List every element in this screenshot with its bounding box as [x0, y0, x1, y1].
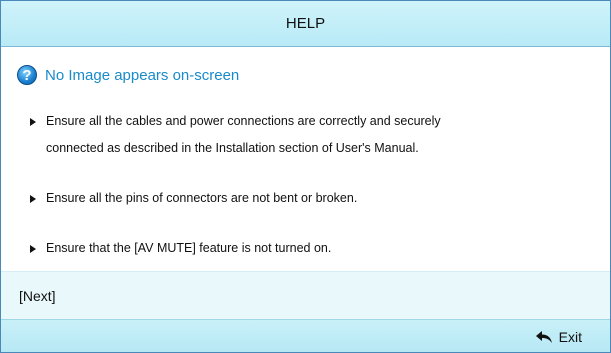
help-bullet-2: Ensure all the pins of connectors are no…: [30, 191, 590, 212]
help-footer: Exit: [1, 319, 610, 352]
exit-label: Exit: [558, 329, 582, 345]
bullet-text-line: Ensure all the pins of connectors are no…: [46, 191, 358, 205]
help-bullet-1: Ensure all the cables and power connecti…: [30, 114, 590, 162]
bullet-arrow-icon: [30, 118, 36, 126]
next-button[interactable]: [Next]: [1, 271, 610, 319]
return-arrow-icon: [535, 331, 552, 343]
help-dialog: HELP ? No Image appears on-screen Ensure…: [0, 0, 611, 353]
question-icon: ?: [17, 65, 37, 85]
question-text: No Image appears on-screen: [45, 66, 240, 84]
dialog-title: HELP: [285, 15, 326, 32]
help-title-bar: HELP: [1, 1, 610, 47]
bullet-text-line: Ensure that the [AV MUTE] feature is not…: [46, 241, 332, 255]
bullet-arrow-icon: [30, 195, 36, 203]
bullet-text-line: connected as described in the Installati…: [46, 141, 419, 155]
bullet-text-line: Ensure all the cables and power connecti…: [46, 114, 441, 128]
exit-button[interactable]: Exit: [535, 320, 582, 352]
bullet-arrow-icon: [30, 245, 36, 253]
question-heading: ? No Image appears on-screen: [17, 64, 239, 86]
help-bullet-3: Ensure that the [AV MUTE] feature is not…: [30, 241, 590, 262]
next-label: [Next]: [19, 287, 56, 304]
